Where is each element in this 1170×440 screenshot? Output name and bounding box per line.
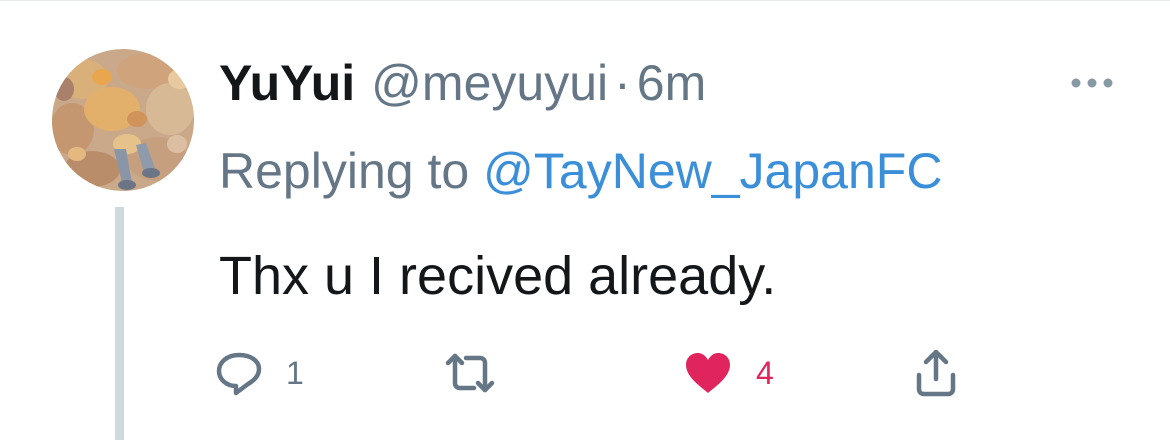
tweet-header: YuYui @meyuyui · 6m — [219, 51, 1130, 115]
reply-count: 1 — [286, 354, 304, 391]
like-count: 4 — [756, 354, 774, 391]
user-handle[interactable]: @meyuyui — [371, 51, 608, 115]
like-button[interactable]: 4 — [682, 347, 774, 399]
tweet-text: Thx u I recived already. — [219, 246, 777, 306]
more-icon — [1071, 78, 1113, 88]
replying-to-label: Replying to — [219, 143, 470, 199]
reply-icon — [216, 352, 262, 396]
tweet[interactable]: YuYui @meyuyui · 6m Replying to @TayNew_J… — [0, 0, 1170, 440]
tweet-actions: 1 4 — [214, 347, 974, 399]
retweet-button[interactable] — [444, 347, 518, 399]
reply-button[interactable]: 1 — [214, 347, 304, 399]
replying-to-mention[interactable]: @TayNew_JapanFC — [483, 143, 942, 199]
heart-icon — [686, 353, 730, 393]
avatar-image — [52, 49, 194, 191]
thread-line — [115, 207, 124, 440]
share-icon — [916, 349, 956, 397]
timestamp[interactable]: 6m — [637, 51, 706, 115]
replying-to: Replying to @TayNew_JapanFC — [219, 139, 942, 203]
avatar[interactable] — [52, 49, 194, 191]
separator-dot: · — [614, 55, 631, 111]
share-button[interactable] — [914, 347, 958, 399]
more-options-button[interactable] — [1062, 63, 1122, 103]
display-name[interactable]: YuYui — [219, 51, 355, 115]
retweet-icon — [445, 353, 495, 393]
